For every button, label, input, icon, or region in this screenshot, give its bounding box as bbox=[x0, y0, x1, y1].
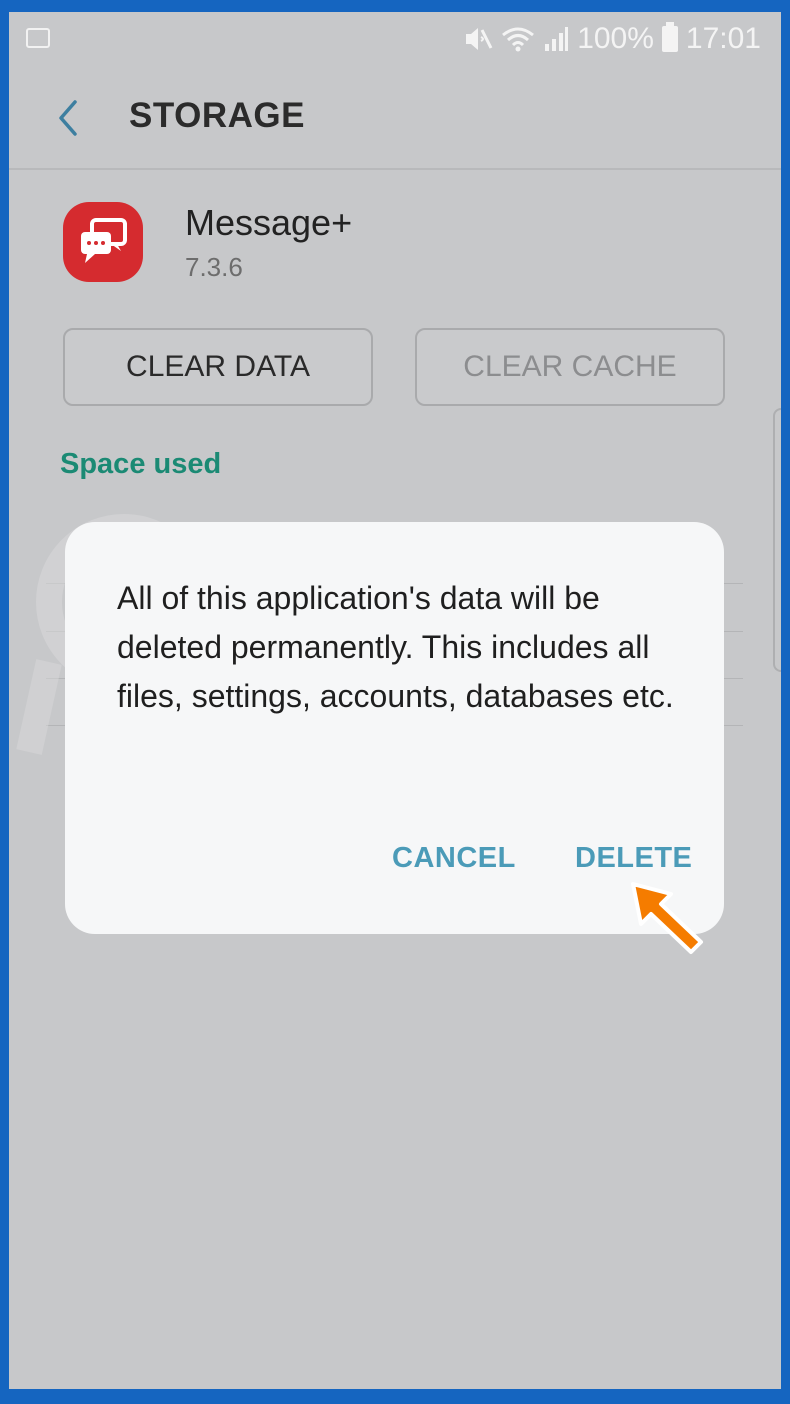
gallery-notification-icon bbox=[26, 28, 50, 48]
confirm-dialog: All of this application's data will be d… bbox=[65, 522, 724, 934]
message-plus-app-icon bbox=[63, 202, 143, 282]
clear-data-button[interactable]: CLEAR DATA bbox=[63, 328, 373, 406]
app-name: Message+ bbox=[185, 202, 353, 243]
battery-percent: 100% bbox=[577, 22, 654, 55]
dialog-message: All of this application's data will be d… bbox=[117, 580, 674, 714]
app-version: 7.3.6 bbox=[185, 252, 243, 282]
chat-bubbles-icon bbox=[81, 218, 127, 263]
phone-screen: 100% 17:01 STORAGE Message+ 7.3.6 CLEAR … bbox=[9, 12, 781, 1389]
clear-cache-button[interactable]: CLEAR CACHE bbox=[415, 328, 725, 406]
cancel-button[interactable]: CANCEL bbox=[392, 842, 516, 875]
page-title: STORAGE bbox=[129, 96, 305, 135]
wifi-icon bbox=[502, 27, 535, 52]
space-used-title: Space used bbox=[60, 448, 222, 480]
status-indicators: 100% 17:01 bbox=[463, 22, 761, 56]
arrow-pointer-icon bbox=[631, 882, 703, 954]
battery-icon bbox=[661, 22, 678, 52]
status-bar: 100% 17:01 bbox=[9, 12, 781, 68]
clock: 17:01 bbox=[685, 22, 761, 55]
signal-icon bbox=[545, 27, 569, 51]
back-arrow-icon[interactable] bbox=[53, 98, 83, 138]
mute-icon bbox=[466, 28, 493, 50]
app-bar: STORAGE bbox=[9, 68, 781, 170]
scrollbar[interactable] bbox=[773, 408, 781, 672]
delete-button[interactable]: DELETE bbox=[575, 842, 692, 875]
